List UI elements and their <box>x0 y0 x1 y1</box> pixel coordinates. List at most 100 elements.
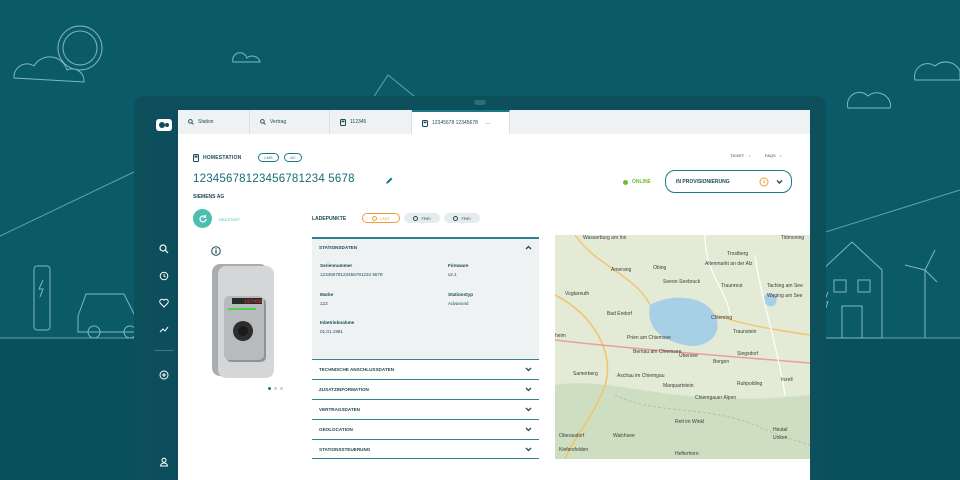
station-type-label: HOMESTATION <box>203 155 242 161</box>
carousel-dot[interactable] <box>274 387 277 390</box>
field-stationstyp: Stationstyp Advanced <box>448 292 473 306</box>
carousel-dot[interactable] <box>268 387 271 390</box>
map-label: Amerang <box>611 267 632 273</box>
map-label: Prien am Chiemsee <box>627 335 671 341</box>
tab-label: 112345 <box>350 119 367 125</box>
app-window: Station Vertrag 112345 12345678 12345678… <box>150 110 810 480</box>
map-label: Vogtareuth <box>565 291 590 297</box>
badge-lms: LMS <box>258 153 279 162</box>
charger-image: 157458 <box>212 264 274 378</box>
analytics-icon[interactable] <box>156 321 172 337</box>
map-label: Tittmoning <box>781 235 805 241</box>
map-label: Inzell <box>781 377 793 383</box>
field-value: Advanced <box>448 301 469 306</box>
status-dot <box>623 179 628 185</box>
field-value: 123 <box>320 301 328 306</box>
map-label: Übersee <box>679 353 698 359</box>
connector-label: LÄDT <box>379 215 391 221</box>
history-icon[interactable] <box>156 268 172 284</box>
ladepunkte-label: LADEPUNKTE <box>312 216 347 222</box>
map-label: Seeon-Seebruck <box>663 279 701 285</box>
chevron-down-icon <box>525 407 532 412</box>
map-label: Chieming <box>711 315 733 321</box>
accordion-title: GEOLOCATION <box>319 427 353 432</box>
connector-label: FREI <box>461 215 471 221</box>
restart-button[interactable] <box>193 209 212 228</box>
charger-icon <box>193 154 199 162</box>
accordion-vertragsdaten[interactable]: VERTRAGSDATEN <box>312 399 539 419</box>
map-label: Samerberg <box>573 371 598 377</box>
plug-icon <box>371 215 377 221</box>
chevron-down-icon <box>525 447 532 451</box>
map-label: Bergen <box>713 359 730 365</box>
field-seriennummer: Seriennummer 12345678123456781234 5678 <box>320 263 383 277</box>
map-label: Siegsdorf <box>737 351 759 357</box>
chevron-down-icon <box>776 180 783 184</box>
provisioning-status-select[interactable]: IN PROVISIONIERUNG <box>665 170 792 193</box>
chevron-down-icon <box>525 427 532 432</box>
charger-icon <box>340 118 346 126</box>
field-key: Firmware <box>448 263 469 268</box>
faq-link[interactable]: FAQS <box>765 153 776 158</box>
ticket-link[interactable]: TICKET <box>730 153 744 158</box>
station-data-panel: STATIONSDATEN Seriennummer 12345678123456… <box>312 237 539 459</box>
charger-icon <box>422 119 428 127</box>
info-icon[interactable] <box>211 246 221 256</box>
left-navigation <box>150 110 178 480</box>
accordion-title: VERTRAGSDATEN <box>319 407 361 412</box>
tab-label: Vertrag <box>270 119 287 125</box>
status-select-value: IN PROVISIONIERUNG <box>676 178 730 185</box>
stationsdaten-body: Seriennummer 12345678123456781234 5678 Fi… <box>312 255 539 359</box>
app-logo-icon <box>156 119 172 131</box>
field-inbetriebnahme: Inbetriebnahme 01.01.1981 <box>320 320 354 334</box>
heart-icon[interactable] <box>156 295 172 311</box>
accordion-stationssteuerung[interactable]: STATIONSSTEUERUNG <box>312 439 539 459</box>
plug-icon <box>453 215 459 221</box>
tab-more: ... <box>485 120 491 126</box>
map-label: Bad Endorf <box>607 311 633 317</box>
accordion-title: STATIONSSTEUERUNG <box>319 446 371 452</box>
tab-label: 12345678 12345678 <box>432 120 478 126</box>
tab-label: Station <box>198 119 214 125</box>
map-label: Altenmarkt an der Alz <box>705 261 753 267</box>
chevron-down-icon <box>525 367 532 372</box>
tab-station-detail[interactable]: 12345678 12345678 ... <box>412 110 510 134</box>
search-icon[interactable] <box>156 241 172 257</box>
map-label: Wasserburg am Inn <box>583 235 627 241</box>
field-value: 12345678123456781234 5678 <box>320 272 383 277</box>
tab-vertrag[interactable]: Vertrag <box>250 110 330 134</box>
map-label: Ruhpolding <box>737 381 763 387</box>
map-label: Chiemgauer Alpen <box>695 395 737 401</box>
plug-icon <box>413 215 419 221</box>
station-detail-page: HOMESTATION LMS AC TICKET › FAQS › 12345… <box>178 134 810 480</box>
map-label: Trostberg <box>727 251 749 257</box>
tab-station[interactable]: Station <box>178 110 250 134</box>
connector-label: FREI <box>421 215 431 221</box>
field-value: 01.01.1981 <box>320 329 343 334</box>
edit-pencil-icon[interactable] <box>385 177 393 185</box>
location-map[interactable]: Wasserburg am Inn Trostberg Obing Ameran… <box>555 235 810 459</box>
map-label: Heutal <box>773 427 788 433</box>
badge-ac: AC <box>284 153 302 162</box>
carousel-dot[interactable] <box>280 387 283 390</box>
connector-3-free[interactable]: FREI <box>444 213 480 223</box>
restart-label: NEUSTART <box>219 217 241 222</box>
connector-1-charging[interactable]: LÄDT <box>362 213 400 223</box>
map-label: Aschau im Chiemgau <box>617 373 665 379</box>
accordion-geolocation[interactable]: GEOLOCATION <box>312 419 539 439</box>
field-key: Stationstyp <box>448 292 474 297</box>
accordion-technische-anschlussdaten[interactable]: TECHNISCHE ANSCHLUSSDATEN <box>312 359 539 379</box>
carousel-dots <box>268 387 283 390</box>
online-label: ONLINE <box>632 179 651 185</box>
field-key: Inbetriebnahme <box>320 320 355 325</box>
field-key: Seriennummer <box>320 263 353 268</box>
field-value: v2.1 <box>448 272 457 277</box>
accordion-zusatzinformation[interactable]: ZUSATZINFORMATION <box>312 379 539 399</box>
refresh-icon <box>198 214 207 222</box>
tab-112345[interactable]: 112345 <box>330 110 412 134</box>
map-label: Taching am See <box>767 283 803 289</box>
add-icon[interactable] <box>156 367 172 383</box>
connector-2-free[interactable]: FREI <box>404 213 440 223</box>
user-icon[interactable] <box>156 454 172 470</box>
stationsdaten-header[interactable]: STATIONSDATEN <box>312 237 539 255</box>
